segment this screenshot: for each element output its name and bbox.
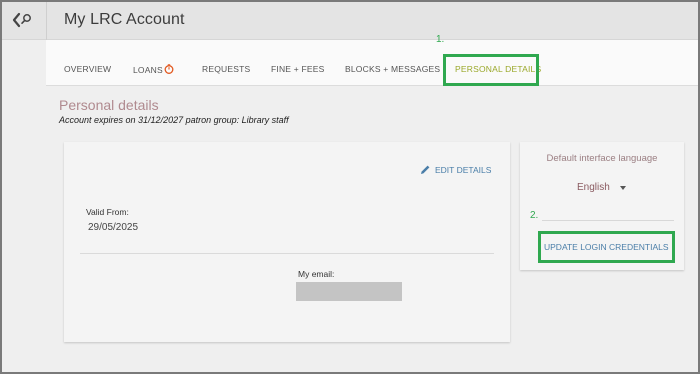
back-arrow-icon <box>12 12 31 28</box>
header-divider <box>46 2 47 40</box>
tab-loans[interactable]: LOANS <box>133 64 174 75</box>
tab-overview-label: OVERVIEW <box>64 64 112 74</box>
language-select[interactable]: English <box>577 182 626 193</box>
section-title: Personal details <box>59 97 159 113</box>
email-label: My email: <box>298 269 335 279</box>
pencil-icon <box>421 165 430 174</box>
tab-fines-fees-label: FINE + FEES <box>271 64 325 74</box>
back-search-button[interactable] <box>10 10 34 30</box>
edit-details-label: EDIT DETAILS <box>435 164 492 175</box>
valid-from-label: Valid From: <box>86 207 129 217</box>
page-title: My LRC Account <box>64 11 185 28</box>
language-card-divider <box>542 220 674 221</box>
selected-language: English <box>577 182 610 193</box>
tab-overview[interactable]: OVERVIEW <box>64 64 111 74</box>
personal-details-card: EDIT DETAILS Valid From: 29/05/2025 My e… <box>64 142 510 342</box>
account-expiry-text: Account expires on 31/12/2027 patron gro… <box>59 115 289 125</box>
app-header: My LRC Account <box>2 2 698 40</box>
tab-requests-label: REQUESTS <box>202 64 251 74</box>
valid-from-value: 29/05/2025 <box>88 222 139 233</box>
clock-icon <box>164 64 174 74</box>
edit-details-button[interactable]: EDIT DETAILS <box>420 164 491 175</box>
tab-fines-fees[interactable]: FINE + FEES <box>271 64 324 74</box>
app-window: My LRC Account OVERVIEW LOANS REQUESTS F… <box>0 0 700 374</box>
tab-loans-label: LOANS <box>133 65 163 75</box>
card-divider <box>80 253 494 254</box>
tab-requests[interactable]: REQUESTS <box>202 64 250 74</box>
annotation-step-1-number: 1. <box>436 34 445 45</box>
language-heading: Default interface language <box>546 153 658 164</box>
annotation-step-1-box <box>443 54 539 86</box>
email-value-redacted <box>296 282 402 301</box>
caret-down-icon <box>619 185 626 190</box>
tab-blocks-messages[interactable]: BLOCKS + MESSAGES <box>345 64 440 74</box>
annotation-step-2-number: 2. <box>530 210 539 221</box>
tab-blocks-messages-label: BLOCKS + MESSAGES <box>345 64 441 74</box>
tab-bar: OVERVIEW LOANS REQUESTS FINE + FEES BLOC… <box>46 40 698 86</box>
annotation-step-2-box <box>538 231 675 263</box>
